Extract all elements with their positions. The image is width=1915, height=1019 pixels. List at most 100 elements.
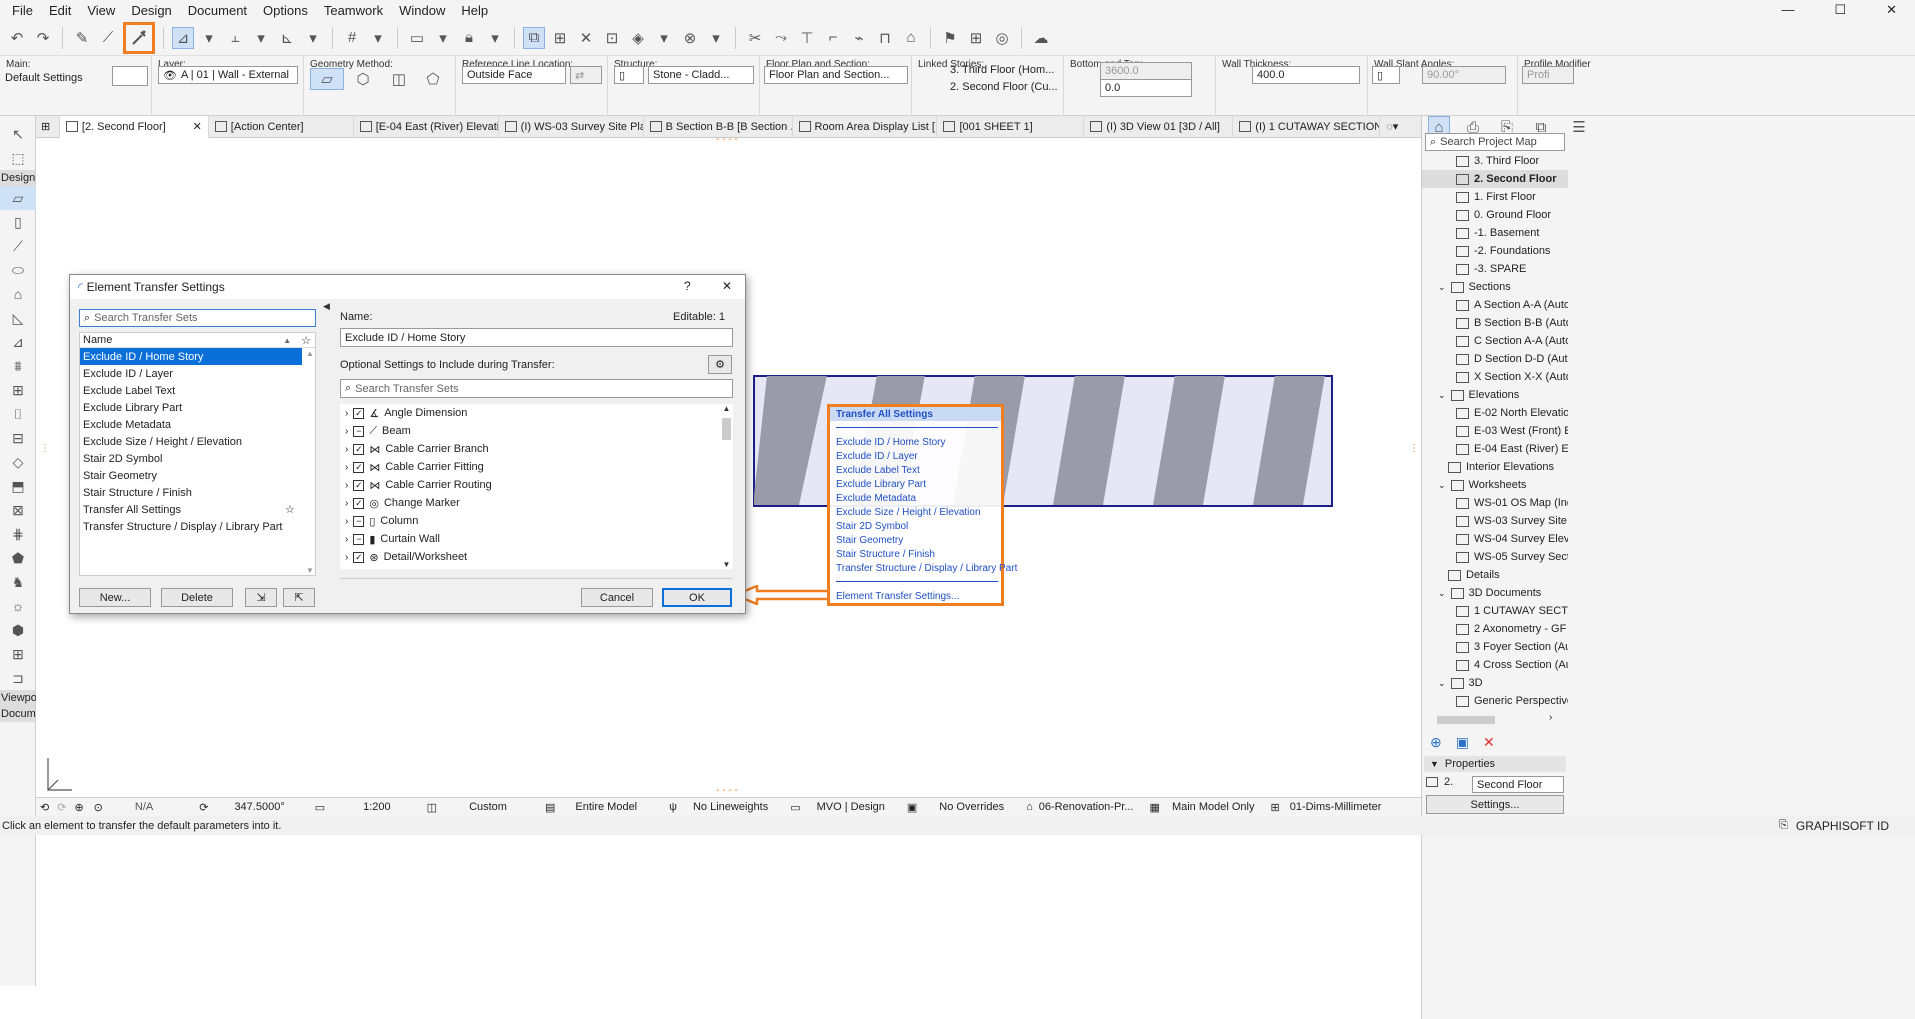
chevron-down-icon[interactable]: ⌄: [1438, 588, 1446, 599]
skylight-tool-icon[interactable]: ◇: [0, 450, 36, 474]
checkbox[interactable]: −: [353, 533, 365, 545]
popup-item[interactable]: Exclude Label Text: [836, 465, 920, 476]
dropdown-arrow-icon[interactable]: ▾: [198, 27, 220, 49]
floorplan-select[interactable]: Floor Plan and Section...: [764, 66, 908, 84]
marquee-tool-icon[interactable]: ⬚: [0, 146, 36, 170]
mvo-value[interactable]: MVO | Design: [817, 801, 885, 813]
popup-item[interactable]: Exclude ID / Layer: [836, 451, 918, 462]
render-icon[interactable]: ◈: [627, 27, 649, 49]
chevron-down-icon[interactable]: ⌄: [1438, 282, 1446, 293]
tree-item-3d-view[interactable]: Generic Perspective: [1456, 692, 1568, 710]
slant-type-button[interactable]: ▯: [1372, 66, 1400, 84]
tree-item-story[interactable]: -3. SPARE: [1456, 260, 1526, 278]
structure-display-icon[interactable]: ▦: [1150, 801, 1160, 814]
structure-display-value[interactable]: Main Model Only: [1172, 801, 1255, 813]
tree-item-worksheet[interactable]: WS-04 Survey Eleva: [1456, 530, 1568, 548]
refline-select[interactable]: Outside Face: [462, 66, 566, 84]
project-map-search[interactable]: ⌕ Search Project Map: [1425, 133, 1565, 151]
slab-tool-icon[interactable]: ⬭: [0, 258, 36, 282]
shell-tool-icon[interactable]: ◺: [0, 306, 36, 330]
expand-icon[interactable]: ›: [345, 426, 348, 437]
properties-header[interactable]: ▼ Properties: [1424, 756, 1566, 772]
expand-icon[interactable]: ›: [345, 498, 348, 509]
new-button[interactable]: New...: [79, 588, 151, 607]
main-settings[interactable]: Default Settings: [5, 72, 83, 84]
tab-survey-site[interactable]: (I) WS-03 Survey Site Pla...: [499, 115, 644, 138]
rotated-rectangle-icon[interactable]: ⬠: [422, 68, 444, 90]
dimension-value[interactable]: 01-Dims-Millimeter: [1290, 801, 1382, 813]
scroll-right-icon[interactable]: ›: [1549, 712, 1552, 723]
list-item[interactable]: Exclude Label Text: [80, 382, 302, 399]
tree-scrollbar[interactable]: [1554, 152, 1566, 710]
list-item[interactable]: Exclude ID / Home Story: [80, 348, 302, 365]
expand-icon[interactable]: ›: [345, 552, 348, 563]
splitter-handle-right[interactable]: ⋮: [1409, 443, 1419, 454]
scrollbar-thumb[interactable]: [1437, 716, 1495, 724]
dimension-icon[interactable]: ⊞: [1270, 801, 1279, 814]
dropdown-arrow-icon[interactable]: ▾: [432, 27, 454, 49]
view-settings-icon[interactable]: ▣: [1456, 734, 1469, 751]
linked-top-story[interactable]: 3. Third Floor (Hom...: [950, 64, 1054, 76]
new-view-icon[interactable]: ⊕: [1430, 734, 1442, 751]
tree-item-3d-document[interactable]: 4 Cross Section (Au: [1456, 656, 1568, 674]
scale-icon[interactable]: ▭: [315, 801, 325, 814]
menu-help[interactable]: Help: [453, 3, 496, 18]
tree-item-3d-document[interactable]: 1 CUTAWAY SECTION: [1456, 602, 1568, 620]
menu-design[interactable]: Design: [123, 3, 179, 18]
object-tool-icon[interactable]: ♞: [0, 570, 36, 594]
lock-icon[interactable]: 🔒︎: [458, 27, 480, 49]
chevron-down-icon[interactable]: ⌄: [1438, 480, 1446, 491]
structure-type-button[interactable]: ▯: [614, 66, 644, 84]
popup-header[interactable]: Transfer All Settings: [836, 409, 933, 420]
list-item[interactable]: Exclude ID / Layer: [80, 365, 302, 382]
zoom-redo-icon[interactable]: ⟳: [57, 801, 66, 814]
popup-item[interactable]: Exclude Library Part: [836, 479, 926, 490]
zoom-level[interactable]: N/A: [135, 801, 153, 813]
beam-tool-icon[interactable]: ⟋: [0, 234, 36, 258]
splitter-handle-left[interactable]: ⋮: [40, 443, 50, 454]
profile-button[interactable]: Profi: [1522, 66, 1574, 84]
graphisoft-id-label[interactable]: GRAPHISOFT ID: [1796, 819, 1889, 833]
model-view-icon[interactable]: ▤: [545, 801, 555, 814]
popup-item[interactable]: Exclude Metadata: [836, 493, 916, 504]
checkbox[interactable]: −: [353, 425, 365, 437]
expand-icon[interactable]: ›: [345, 516, 348, 527]
minimize-button[interactable]: —: [1773, 2, 1802, 18]
tree-folder-interior-elevations[interactable]: Interior Elevations: [1448, 458, 1554, 476]
scrollbar-thumb[interactable]: [722, 418, 731, 440]
renovation-icon[interactable]: ⌂: [1026, 801, 1033, 813]
trace-icon[interactable]: ⧉: [523, 26, 545, 49]
tree-item-elevation[interactable]: E-04 East (River) Ele: [1456, 440, 1568, 458]
tree-scrollbar[interactable]: ▲ ▼: [720, 404, 733, 569]
flip-refline-button[interactable]: ⇄: [570, 66, 602, 84]
menu-window[interactable]: Window: [391, 3, 453, 18]
dropdown-arrow-icon[interactable]: ▾: [250, 27, 272, 49]
top-offset-input[interactable]: 3600.0: [1100, 62, 1192, 80]
tab-second-floor[interactable]: [2. Second Floor] ✕: [59, 115, 209, 138]
list-item[interactable]: Stair Geometry: [80, 467, 302, 484]
list-header[interactable]: Name ▲ ☆: [80, 333, 315, 348]
curtain-wall-tool-icon[interactable]: ⊞: [0, 378, 36, 402]
expand-icon[interactable]: ›: [345, 444, 348, 455]
tree-item-story[interactable]: 0. Ground Floor: [1456, 206, 1551, 224]
dropdown-arrow-icon[interactable]: ▾: [705, 27, 727, 49]
chain-wall-icon[interactable]: ⬡: [352, 68, 374, 90]
tree-row[interactable]: › − ▮ Curtain Wall: [345, 530, 718, 548]
popup-item[interactable]: Exclude Size / Height / Elevation: [836, 507, 981, 518]
markup-icon[interactable]: ⊞: [965, 27, 987, 49]
expand-icon[interactable]: ›: [345, 480, 348, 491]
properties-name-input[interactable]: Second Floor: [1472, 776, 1564, 793]
menu-options[interactable]: Options: [255, 3, 316, 18]
rotation-angle[interactable]: 347.5000°: [234, 801, 284, 813]
tree-row[interactable]: › − ▯ Column: [345, 512, 718, 530]
guide-lines-icon[interactable]: ⫠: [224, 27, 246, 49]
tree-row[interactable]: › − ⟋ Beam: [345, 422, 718, 440]
popup-item[interactable]: Transfer Structure / Display / Library P…: [836, 563, 1017, 574]
publish-icon[interactable]: ◎: [991, 27, 1013, 49]
structure-select[interactable]: Stone - Cladd...: [648, 66, 754, 84]
tree-folder-sections[interactable]: ⌄ Sections: [1438, 278, 1511, 296]
viewpoint-header[interactable]: Viewpoi: [0, 690, 39, 706]
dropdown-arrow-icon[interactable]: ▾: [484, 27, 506, 49]
tree-item-story[interactable]: 1. First Floor: [1456, 188, 1536, 206]
tab-list-menu[interactable]: ◌▾: [1380, 116, 1421, 138]
